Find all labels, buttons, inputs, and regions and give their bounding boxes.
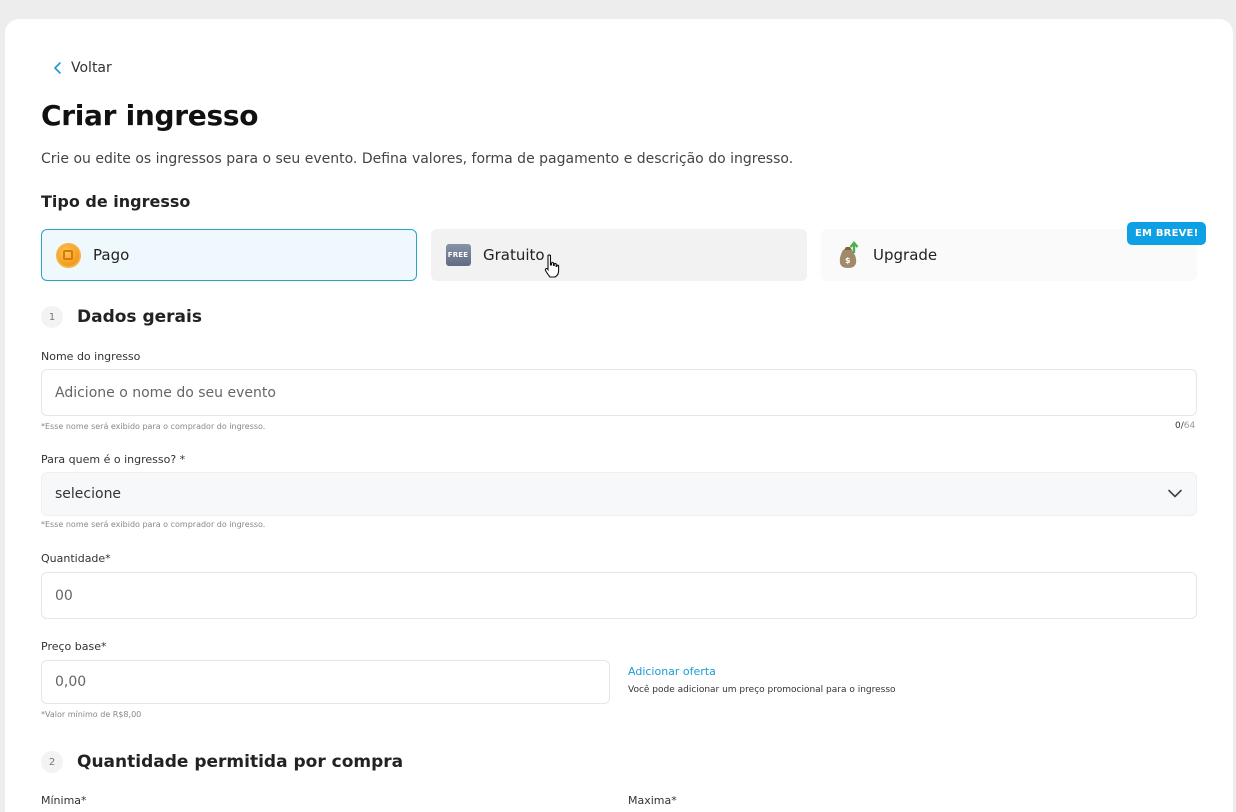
min-quantity-label: Mínima* — [41, 794, 87, 807]
section-1-header: 1 Dados gerais — [41, 306, 202, 328]
back-label: Voltar — [71, 60, 112, 76]
back-link[interactable]: Voltar — [53, 60, 112, 76]
quantity-label: Quantidade* — [41, 552, 111, 565]
char-counter: 0/64 — [1175, 421, 1196, 431]
section-title: Dados gerais — [77, 307, 202, 327]
ticket-type-label: Upgrade — [873, 246, 938, 264]
section-2-header: 2 Quantidade permitida por compra — [41, 751, 403, 773]
svg-text:$: $ — [845, 256, 851, 265]
price-hint: *Valor mínimo de R$8,00 — [41, 710, 142, 719]
ticket-name-hint: *Esse nome será exibido para o comprador… — [41, 422, 266, 431]
price-input[interactable]: 0,00 — [41, 660, 610, 704]
free-icon: FREE — [445, 242, 471, 268]
chevron-left-icon — [53, 62, 63, 74]
coming-soon-badge: EM BREVE! — [1127, 222, 1207, 245]
ticket-type-pago[interactable]: Pago — [41, 229, 417, 281]
ticket-type-gratuito[interactable]: FREE Gratuito — [431, 229, 807, 281]
money-bag-icon: $ — [835, 241, 861, 268]
step-number: 2 — [41, 751, 63, 773]
page-title: Criar ingresso — [41, 99, 259, 132]
audience-hint: *Esse nome será exibido para o comprador… — [41, 520, 266, 529]
step-number: 1 — [41, 306, 63, 328]
page-subtitle: Crie ou edite os ingressos para o seu ev… — [41, 151, 794, 167]
ticket-name-label: Nome do ingresso — [41, 350, 141, 363]
ticket-name-placeholder: Adicione o nome do seu evento — [55, 384, 276, 401]
audience-label: Para quem é o ingresso? * — [41, 453, 186, 466]
section-title: Quantidade permitida por compra — [77, 752, 404, 772]
ticket-name-input[interactable]: Adicione o nome do seu evento — [41, 369, 1197, 416]
chevron-down-icon — [1168, 486, 1182, 502]
audience-select-value: selecione — [55, 486, 122, 502]
ticket-type-heading: Tipo de ingresso — [41, 192, 191, 211]
price-label: Preço base* — [41, 640, 107, 653]
audience-select[interactable]: selecione — [41, 472, 1197, 516]
max-quantity-label: Maxima* — [628, 794, 677, 807]
hand-cursor-icon — [544, 254, 560, 282]
price-placeholder: 0,00 — [55, 674, 87, 690]
ticket-type-label: Pago — [93, 246, 130, 264]
add-offer-link[interactable]: Adicionar oferta — [628, 665, 716, 678]
quantity-input[interactable]: 00 — [41, 572, 1197, 619]
coin-icon — [55, 242, 81, 268]
offer-helper-text: Você pode adicionar um preço promocional… — [628, 685, 896, 695]
ticket-type-label: Gratuito — [483, 246, 545, 264]
quantity-placeholder: 00 — [55, 587, 73, 604]
